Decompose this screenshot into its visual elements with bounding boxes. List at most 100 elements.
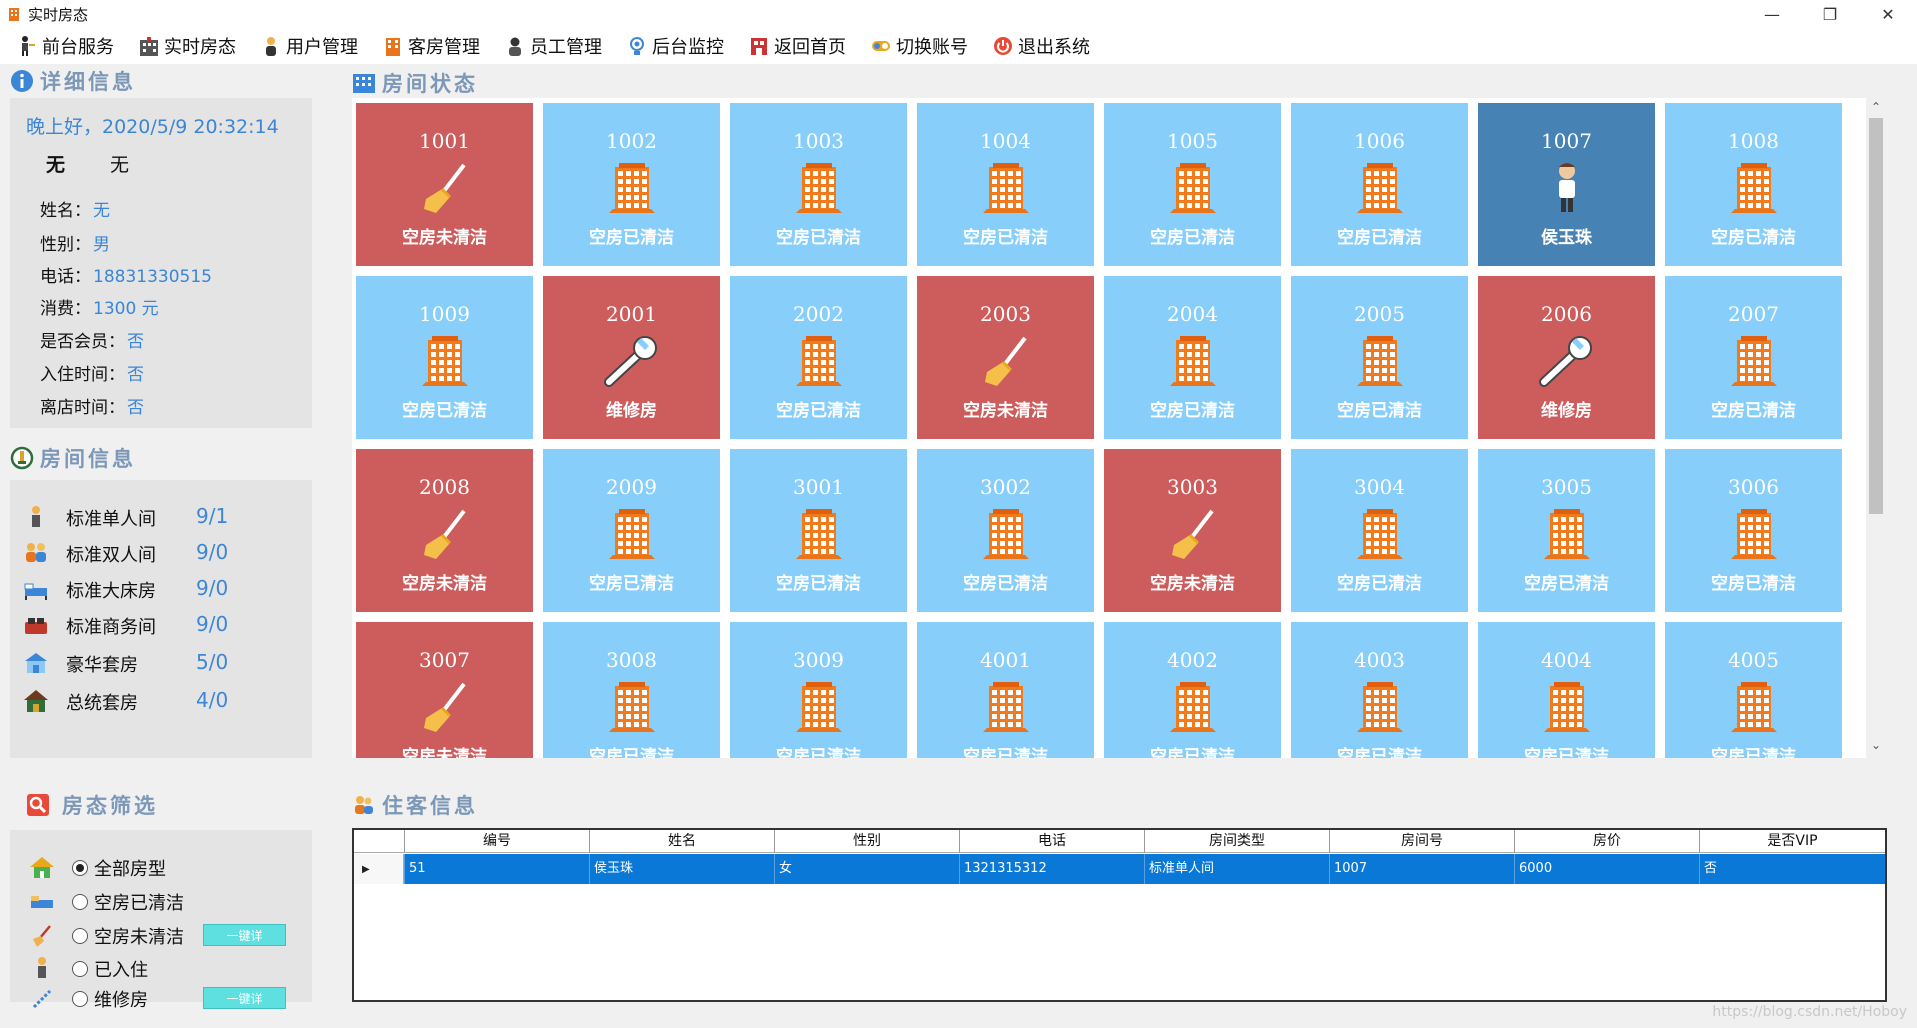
room-tile-1008[interactable]: 1008 空房已清洁 [1665,103,1842,266]
room-tile-4005[interactable]: 4005 空房已清洁 [1665,622,1842,758]
room-state-label: 空房已清洁 [1337,747,1422,758]
building-icon [1349,678,1411,736]
scroll-down-icon[interactable]: ⌄ [1868,738,1884,752]
room-tile-2005[interactable]: 2005 空房已清洁 [1291,276,1468,439]
room-number: 2005 [1354,302,1405,326]
repair-all-button[interactable]: 一键详 [203,987,286,1009]
menu-item-6[interactable]: 返回首页 [746,30,848,62]
power-icon [992,35,1018,57]
room-number: 3003 [1167,475,1218,499]
staff-icon [504,35,530,57]
room-tile-3001[interactable]: 3001 空房已清洁 [730,449,907,612]
menu-item-4[interactable]: 员工管理 [502,30,604,62]
watermark: https://blog.csdn.net/Hoboy [1712,1004,1907,1020]
column-header[interactable]: 房间号 [1329,830,1514,852]
room-state-label: 空房已清洁 [1337,228,1422,248]
filter-radio[interactable] [72,928,88,944]
room-tile-4003[interactable]: 4003 空房已清洁 [1291,622,1468,758]
menu-item-2[interactable]: 用户管理 [258,30,360,62]
filter-option[interactable]: 全部房型 [28,854,166,882]
building-icon [1349,159,1411,217]
room-tile-1009[interactable]: 1009 空房已清洁 [356,276,533,439]
table-cell: 6000 [1514,854,1699,884]
room-tile-2001[interactable]: 2001 维修房 [543,276,720,439]
detail-field-label: 离店时间： [40,398,125,418]
filter-radio[interactable] [72,991,88,1007]
room-tile-2003[interactable]: 2003 空房未清洁 [917,276,1094,439]
room-tile-3002[interactable]: 3002 空房已清洁 [917,449,1094,612]
menu-item-5[interactable]: 后台监控 [624,30,726,62]
room-type-row: 总统套房 [22,688,138,716]
room-tile-3004[interactable]: 3004 空房已清洁 [1291,449,1468,612]
room-type-icon [22,576,58,604]
filter-option[interactable]: 空房未清洁 [28,922,184,950]
room-tile-1003[interactable]: 1003 空房已清洁 [730,103,907,266]
room-tile-1005[interactable]: 1005 空房已清洁 [1104,103,1281,266]
row-selector[interactable]: ▶ [354,854,404,884]
filter-radio[interactable] [72,961,88,977]
room-tile-2002[interactable]: 2002 空房已清洁 [730,276,907,439]
filter-radio[interactable] [72,860,88,876]
filter-option[interactable]: 空房已清洁 [28,888,184,916]
building-icon [1162,159,1224,217]
room-tile-4001[interactable]: 4001 空房已清洁 [917,622,1094,758]
menu-item-8[interactable]: 退出系统 [990,30,1092,62]
room-tile-4004[interactable]: 4004 空房已清洁 [1478,622,1655,758]
filter-option[interactable]: 已入住 [28,955,148,983]
maximize-button[interactable]: ❐ [1801,0,1859,28]
scroll-thumb[interactable] [1869,118,1883,514]
room-state-label: 空房已清洁 [1524,747,1609,758]
minimize-button[interactable]: — [1743,0,1801,28]
room-tile-3008[interactable]: 3008 空房已清洁 [543,622,720,758]
room-tile-1002[interactable]: 1002 空房已清洁 [543,103,720,266]
building-icon [788,678,850,736]
room-tile-2007[interactable]: 2007 空房已清洁 [1665,276,1842,439]
room-state-label: 空房已清洁 [1711,228,1796,248]
filter-radio[interactable] [72,894,88,910]
room-tile-1006[interactable]: 1006 空房已清洁 [1291,103,1468,266]
column-header[interactable]: 编号 [404,830,589,852]
room-type-icon [22,504,58,532]
close-button[interactable]: ✕ [1859,0,1917,28]
building-icon [414,332,476,390]
room-tile-3007[interactable]: 3007 空房未清洁 [356,622,533,758]
column-header[interactable]: 性别 [774,830,959,852]
detail-field: 性别：男 [40,230,110,255]
room-tile-1001[interactable]: 1001 空房未清洁 [356,103,533,266]
detail-field-value: 1300 元 [93,299,159,319]
column-header[interactable]: 姓名 [589,830,774,852]
room-info-icon [10,446,34,470]
room-type-count: 9/0 [196,540,229,564]
building-icon [788,505,850,563]
column-header[interactable]: 电话 [959,830,1144,852]
column-header[interactable]: 房间类型 [1144,830,1329,852]
menu-item-7[interactable]: 切换账号 [868,30,970,62]
room-number: 2004 [1167,302,1218,326]
room-tile-3003[interactable]: 3003 空房未清洁 [1104,449,1281,612]
room-tile-1007[interactable]: 1007 侯玉珠 [1478,103,1655,266]
room-type-row: 豪华套房 [22,650,138,678]
menu-item-3[interactable]: 客房管理 [380,30,482,62]
room-tile-3005[interactable]: 3005 空房已清洁 [1478,449,1655,612]
room-tile-2008[interactable]: 2008 空房未清洁 [356,449,533,612]
room-tile-4002[interactable]: 4002 空房已清洁 [1104,622,1281,758]
room-state-label: 空房未清洁 [402,228,487,248]
clean-all-button[interactable]: 一键详 [203,924,286,946]
room-tile-2009[interactable]: 2009 空房已清洁 [543,449,720,612]
column-header[interactable]: 是否VIP [1699,830,1885,852]
building-icon [1723,159,1785,217]
menu-item-1[interactable]: 实时房态 [136,30,238,62]
room-tile-1004[interactable]: 1004 空房已清洁 [917,103,1094,266]
room-number: 1007 [1541,129,1592,153]
menu-item-0[interactable]: 前台服务 [14,30,116,62]
building-icon [1349,505,1411,563]
room-tile-2006[interactable]: 2006 维修房 [1478,276,1655,439]
wrench-icon [1536,332,1598,390]
filter-option[interactable]: 维修房 [28,985,148,1013]
room-tile-3006[interactable]: 3006 空房已清洁 [1665,449,1842,612]
scroll-up-icon[interactable]: ⌃ [1868,100,1884,114]
room-tile-2004[interactable]: 2004 空房已清洁 [1104,276,1281,439]
menu-item-label: 前台服务 [42,37,114,58]
room-tile-3009[interactable]: 3009 空房已清洁 [730,622,907,758]
column-header[interactable]: 房价 [1514,830,1699,852]
